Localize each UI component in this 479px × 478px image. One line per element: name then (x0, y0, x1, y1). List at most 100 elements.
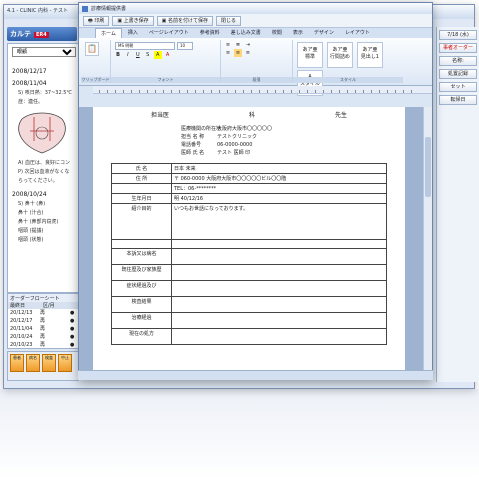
vertical-scrollbar[interactable] (423, 107, 432, 379)
style-no-spacing[interactable]: あア亜 行間詰め (326, 42, 353, 68)
close-button[interactable]: 閉じる (216, 16, 242, 26)
font-color-icon[interactable]: A (164, 51, 172, 59)
numbering-icon[interactable]: ≣ (234, 41, 242, 49)
row-value[interactable] (171, 312, 387, 329)
print-label: 印刷 (94, 18, 105, 24)
save-as-button[interactable]: ▣ 名前を付けて保存 (156, 16, 214, 26)
tab-view[interactable]: 表示 (288, 28, 308, 38)
ruler-tick (267, 90, 268, 93)
bullet-icon: ● (70, 342, 75, 348)
row-value[interactable] (171, 296, 387, 313)
table-row[interactable]: 20/12/13 再 ● (8, 309, 78, 317)
style-normal[interactable]: あア亜 標準 (297, 42, 323, 68)
heart-diagram-image (18, 112, 66, 154)
tab-design[interactable]: デザイン (309, 28, 339, 38)
order-date: 20/11/04 (10, 326, 33, 332)
ruler-tick (227, 90, 228, 93)
toolbar: 🖶 印刷 ▣ 上書き保存 ▣ 名前を付けて保存 閉じる (79, 14, 432, 28)
font-size-select[interactable]: 10 (177, 42, 193, 50)
align-center-icon[interactable]: ≡ (233, 49, 242, 57)
ruler-tick (171, 90, 172, 93)
ruler-tick (379, 90, 380, 93)
font-name-select[interactable]: MS 明朝 (115, 42, 175, 50)
row-value[interactable]: 日本 未来 (171, 163, 387, 174)
note-line: A) 血圧は、良好にコン (18, 160, 70, 166)
ruler-tick (115, 90, 116, 93)
info-line: 担当 名 称 テストクリニック (181, 133, 387, 141)
bold-icon[interactable]: B (114, 51, 122, 59)
header-attending: 担当医 (151, 112, 170, 119)
row-value[interactable] (171, 248, 387, 265)
print-button[interactable]: 🖶 印刷 (83, 16, 110, 26)
row-value[interactable] (171, 264, 387, 281)
ruler-tick (203, 90, 204, 93)
underline-icon[interactable]: U (134, 51, 142, 59)
order-col: 最終日 (10, 303, 26, 309)
style-heading1[interactable]: あア亜 見出し1 (356, 42, 383, 68)
disease-icon[interactable]: 病名 (26, 354, 40, 372)
row-value[interactable] (171, 328, 387, 345)
info-key: 電話番号 (181, 142, 202, 148)
order-kind: 再 (40, 334, 46, 340)
scroll-thumb[interactable] (425, 137, 431, 197)
set-button[interactable]: セット (439, 82, 477, 92)
stage: 4.1 - CLINIC 内科 - テスト カルテ ER4 眼顧 2008/12/… (0, 0, 479, 478)
date-button[interactable]: 7/18 (水) (439, 30, 477, 40)
row-value[interactable] (171, 280, 387, 297)
ruler-tick (363, 90, 364, 93)
note-line: 鼻十 (鼻部内窃虎) (18, 219, 59, 225)
patient-icon[interactable]: 患者 (10, 354, 24, 372)
tab-mailings[interactable]: 差し込み文書 (226, 28, 266, 38)
order-date: 20/12/17 (10, 318, 33, 324)
order-col: 区/月 (43, 303, 55, 309)
row-value[interactable]: いつもお世話になっております。 (171, 203, 387, 240)
tab-review[interactable]: 校閲 (267, 28, 287, 38)
save-as-label: 名前を付けて保存 (168, 18, 209, 24)
note-line: 咽頭 (状態) (18, 237, 44, 243)
table-row[interactable]: 20/12/17 再 ● (8, 317, 78, 325)
table-row[interactable]: 20/10/23 再 ● (8, 341, 78, 348)
row-value[interactable] (171, 239, 387, 249)
highlight-icon[interactable]: A (153, 51, 162, 59)
align-left-icon[interactable]: ≡ (224, 49, 232, 57)
dept-select[interactable]: 眼顧 (12, 47, 76, 57)
table-row[interactable]: 20/11/04 再 ● (8, 325, 78, 333)
ruler-tick (139, 90, 140, 93)
indent-icon[interactable]: ⇥ (244, 41, 252, 49)
strikethrough-icon[interactable]: S (144, 51, 152, 59)
ruler-tick (339, 90, 340, 93)
order-button[interactable]: 事者オーダー (439, 43, 477, 53)
save-button[interactable]: ▣ 上書き保存 (112, 16, 154, 26)
row-label: 住 所 (111, 173, 172, 184)
header-dept: 科 (248, 112, 255, 119)
tab-layout[interactable]: レイアウト (340, 28, 375, 38)
italic-icon[interactable]: I (124, 51, 132, 59)
tab-home[interactable]: ホーム (95, 28, 122, 38)
align-right-icon[interactable]: ≡ (244, 49, 252, 57)
row-value[interactable]: 明 40/12/16 (171, 193, 387, 204)
ruler-tick (387, 90, 388, 93)
stop-icon[interactable]: 中止 (58, 354, 72, 372)
ruler-tick (155, 90, 156, 93)
bullets-icon[interactable]: ≡ (224, 41, 232, 49)
exam-icon[interactable]: 検査 (42, 354, 56, 372)
ruler[interactable] (93, 86, 432, 94)
table-row[interactable]: 20/10/24 再 ● (8, 333, 78, 341)
document-page[interactable]: 担当医 科 先生 医療機関の所在地大阪府大阪市〇〇〇〇〇 担当 名 称 テストクリ… (93, 107, 405, 379)
style-label: 行間詰め (329, 54, 350, 60)
paste-icon[interactable]: 📋 (85, 42, 99, 56)
outcome-date-button[interactable]: 転帰日 (439, 95, 477, 105)
tab-references[interactable]: 参考資料 (195, 28, 225, 38)
karte-tab[interactable]: カルテ ER4 (7, 27, 77, 41)
tab-insert[interactable]: 挿入 (123, 28, 143, 38)
ruler-tick (315, 90, 316, 93)
ruler-tick (187, 90, 188, 93)
procedure-button[interactable]: 処置記録 (439, 69, 477, 79)
style-sample: あア亜 (362, 47, 378, 53)
row-value[interactable]: 〒 060-0000 大阪府大阪市〇〇〇〇〇ビル〇〇階 (171, 173, 387, 184)
ruler-tick (179, 90, 180, 93)
row-value[interactable]: TEL：06-******** (171, 183, 387, 194)
name-button[interactable]: 名称: (439, 56, 477, 66)
tab-page-layout[interactable]: ページレイアウト (144, 28, 194, 38)
note-line: 咽頭 (提議) (18, 228, 44, 234)
